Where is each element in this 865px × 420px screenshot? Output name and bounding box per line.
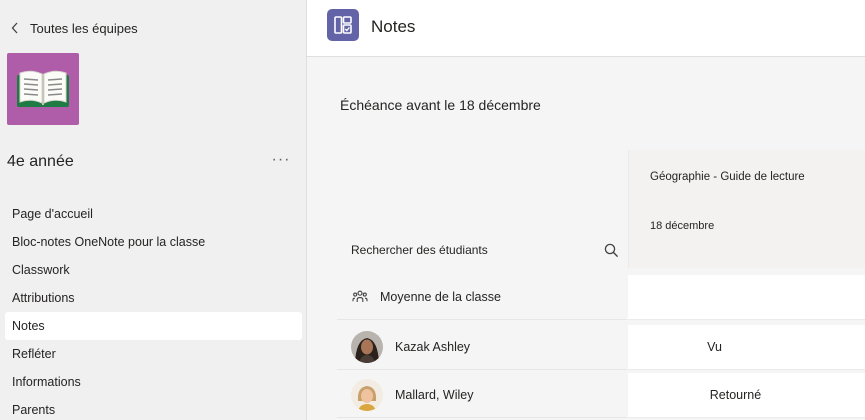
class-average-row: Moyenne de la classe (337, 275, 865, 320)
app-header: Notes (307, 0, 865, 57)
page-title: Notes (371, 17, 416, 36)
grades-icon (327, 9, 359, 41)
assignment-column-header[interactable]: Géographie - Guide de lecture 18 décembr… (628, 150, 865, 268)
sidebar: Toutes les équipes 4e année ··· Page d'a… (0, 0, 307, 420)
team-avatar (7, 53, 79, 125)
main-panel: Notes Échéance avant le 18 décembre Géog… (307, 0, 865, 420)
class-average-label: Moyenne de la classe (380, 290, 501, 304)
table-row: Mallard, Wiley Retourné (337, 373, 865, 418)
book-icon (17, 70, 69, 107)
avatar (351, 331, 383, 363)
class-average-cell (628, 275, 865, 320)
student-search[interactable]: Rechercher des étudiants (337, 232, 622, 268)
people-icon (352, 289, 368, 305)
status-text: Retourné (709, 388, 762, 402)
sidebar-nav: Page d'accueil Bloc-notes OneNote pour l… (0, 200, 307, 420)
sidebar-item-home[interactable]: Page d'accueil (5, 200, 302, 228)
team-name: 4e année (7, 153, 74, 170)
sidebar-item-assignments[interactable]: Attributions (5, 284, 302, 312)
search-input[interactable]: Rechercher des étudiants (351, 243, 600, 257)
search-icon[interactable] (600, 239, 622, 261)
table-row: Kazak Ashley Vu (337, 325, 865, 370)
back-label: Toutes les équipes (30, 20, 138, 36)
chevron-left-icon (8, 18, 22, 38)
back-to-teams-link[interactable]: Toutes les équipes (8, 17, 138, 39)
more-options-button[interactable]: ··· (270, 149, 292, 171)
status-text: Vu (707, 340, 722, 354)
assignment-date: 18 décembre (650, 220, 715, 232)
grade-cell[interactable]: Retourné (628, 373, 865, 418)
sidebar-item-classwork[interactable]: Classwork (5, 256, 302, 284)
student-name[interactable]: Mallard, Wiley (395, 388, 474, 402)
sidebar-item-insights[interactable]: Informations (5, 368, 302, 396)
assignment-title: Géographie - Guide de lecture (650, 171, 805, 183)
sidebar-item-reflect[interactable]: Refléter (5, 340, 302, 368)
student-name[interactable]: Kazak Ashley (395, 340, 470, 354)
avatar (351, 379, 383, 411)
sidebar-item-parents[interactable]: Parents (5, 396, 302, 420)
sidebar-item-onenote[interactable]: Bloc-notes OneNote pour la classe (5, 228, 302, 256)
sidebar-item-grades[interactable]: Notes (5, 312, 302, 340)
due-filter-label: Échéance avant le 18 décembre (340, 97, 541, 113)
grade-cell[interactable]: Vu (628, 325, 865, 370)
